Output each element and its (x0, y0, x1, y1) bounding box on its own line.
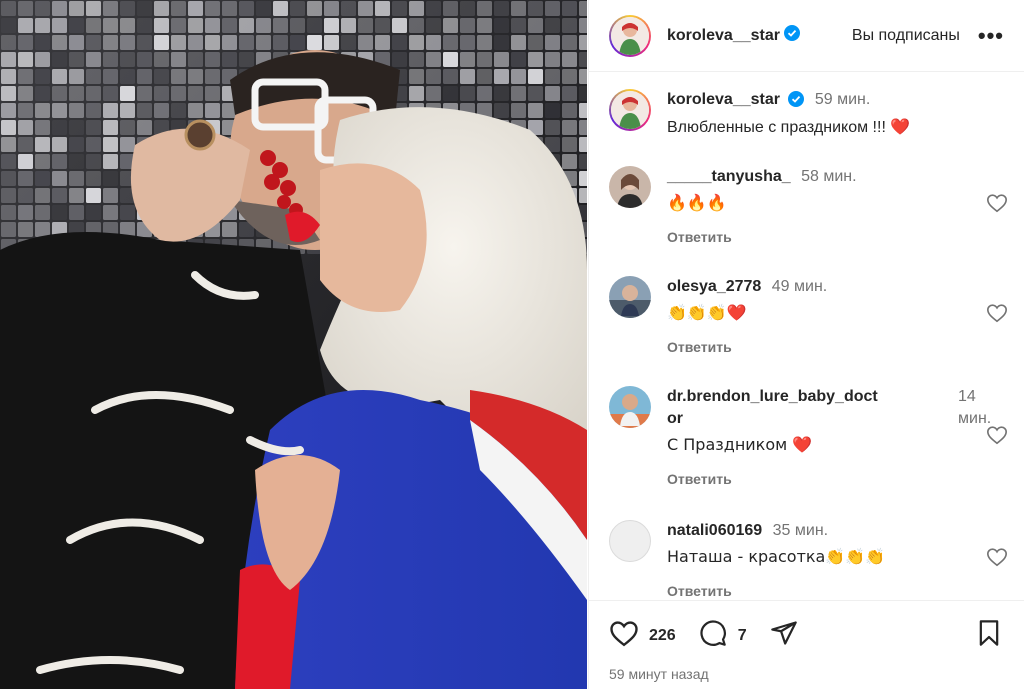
comment-item: _____tanyusha_ 58 мин. 🔥🔥🔥 Ответить (609, 166, 1008, 248)
reply-button[interactable]: Ответить (667, 226, 1008, 248)
commenter-username[interactable]: natali060169 (667, 522, 762, 539)
comment-item: olesya_2778 49 мин. 👏👏👏❤️ Ответить (609, 276, 1008, 358)
post-header: koroleva__star Вы подписаны ••• (589, 0, 1024, 72)
post-actions-bar: 226 7 59 минут назад (589, 600, 1024, 689)
caption-author-avatar[interactable] (609, 89, 651, 131)
comments-list: koroleva__star 59 мин. Влюбленные с праз… (589, 73, 1024, 600)
posted-time[interactable]: 59 минут назад (609, 666, 1002, 682)
comment-text: 👏👏👏❤️ (667, 303, 747, 322)
commenter-username-continued[interactable]: or (667, 408, 958, 430)
commenter-avatar[interactable] (609, 166, 651, 208)
post-photo[interactable] (0, 0, 587, 689)
following-status-button[interactable]: Вы подписаны (852, 27, 960, 45)
post-image (0, 0, 587, 689)
comment-item: natali060169 35 мин. Наташа - красотка👏👏… (609, 520, 1008, 600)
comment-text: Наташа - красотка👏👏👏 (667, 547, 886, 566)
commenter-username[interactable]: _____tanyusha_ (667, 168, 791, 185)
commenter-username[interactable]: olesya_2778 (667, 278, 761, 295)
author-avatar[interactable] (609, 14, 651, 57)
likes-count[interactable]: 226 (649, 627, 676, 645)
caption-username[interactable]: koroleva__star (667, 91, 780, 108)
comment-time[interactable]: 58 мин. (801, 168, 856, 185)
caption-text: Влюбленные с праздником !!! (667, 119, 886, 136)
author-username[interactable]: koroleva__star (667, 27, 780, 45)
commenter-avatar[interactable] (609, 276, 651, 318)
comment-text: 🔥🔥🔥 (667, 193, 727, 212)
save-bookmark-icon[interactable] (976, 619, 1002, 652)
comment-time[interactable]: 35 мин. (773, 522, 828, 539)
commenter-username[interactable]: dr.brendon_lure_baby_doct (667, 386, 958, 408)
post-side-panel: koroleva__star Вы подписаны ••• koroleva… (588, 0, 1024, 689)
comment-text: С Праздником ❤️ (667, 435, 813, 454)
caption-item: koroleva__star 59 мин. Влюбленные с праз… (609, 89, 1008, 139)
more-options-icon[interactable]: ••• (978, 24, 1004, 47)
like-heart-icon[interactable] (609, 619, 639, 652)
verified-badge-icon (788, 91, 805, 114)
share-paper-plane-icon[interactable] (769, 619, 799, 652)
comment-bubble-icon[interactable] (698, 619, 728, 652)
reply-button[interactable]: Ответить (667, 468, 1008, 490)
comment-time[interactable]: 14 (958, 386, 1008, 408)
like-comment-heart-icon[interactable] (986, 424, 1008, 446)
commenter-avatar[interactable] (609, 386, 651, 428)
comment-item: dr.brendon_lure_baby_doct or 14 мин. С П… (609, 386, 1008, 490)
comments-count[interactable]: 7 (738, 627, 747, 645)
like-comment-heart-icon[interactable] (986, 546, 1008, 568)
red-heart-emoji: ❤️ (890, 117, 911, 136)
like-comment-heart-icon[interactable] (986, 302, 1008, 324)
commenter-avatar[interactable] (609, 520, 651, 562)
reply-button[interactable]: Ответить (667, 580, 1008, 600)
comment-time[interactable]: 49 мин. (772, 278, 827, 295)
like-comment-heart-icon[interactable] (986, 192, 1008, 214)
caption-time[interactable]: 59 мин. (815, 91, 870, 108)
reply-button[interactable]: Ответить (667, 336, 1008, 358)
verified-badge-icon (783, 25, 800, 46)
